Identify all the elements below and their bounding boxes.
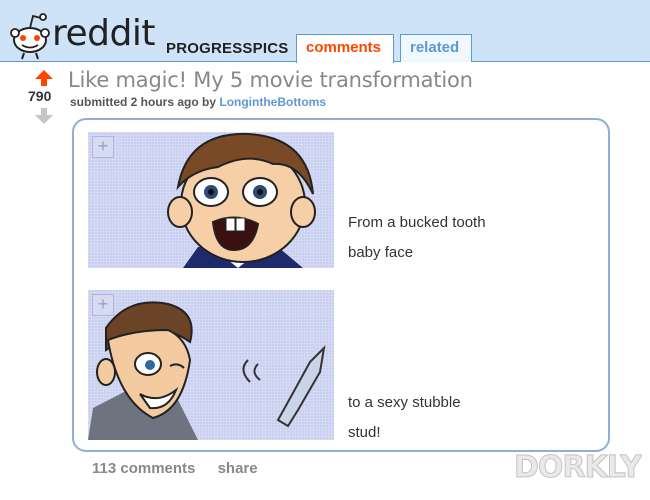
post-score: 790 <box>28 88 52 104</box>
expand-icon[interactable]: + <box>92 136 114 158</box>
caption-before: From a bucked tooth baby face <box>348 208 486 268</box>
caption-after-line-1: to a sexy stubble <box>348 394 461 411</box>
comments-link[interactable]: 113 comments <box>92 460 195 477</box>
bucked-tooth-face-illustration <box>167 132 316 268</box>
caption-before-line-1: From a bucked tooth <box>348 214 486 231</box>
share-link[interactable]: share <box>218 460 258 477</box>
tagline-prefix: submitted 2 hours ago by <box>70 95 220 109</box>
caption-after: to a sexy stubble stud! <box>348 388 461 448</box>
watermark-text: DORKLY <box>514 450 642 485</box>
dorkly-watermark-logo: DORKLY <box>514 450 643 486</box>
reddit-alien-logo-icon[interactable] <box>8 6 52 60</box>
comic-panel-before: + <box>88 132 334 268</box>
tab-comments[interactable]: comments <box>296 34 394 63</box>
reddit-wordmark[interactable]: reddit <box>52 16 155 52</box>
upvote-arrow-icon[interactable] <box>34 68 54 88</box>
caption-before-line-2: baby face <box>348 244 414 261</box>
expand-icon[interactable]: + <box>92 294 114 316</box>
author-link[interactable]: LongintheBottoms <box>219 95 326 109</box>
comic-panel-after: + <box>88 290 334 440</box>
post-tagline: submitted 2 hours ago by LongintheBottom… <box>70 95 326 109</box>
stubble-hero-illustration <box>88 301 326 440</box>
tab-related[interactable]: related <box>400 34 472 62</box>
post-buttons: 113 comments share <box>92 460 276 477</box>
caption-after-line-2: stud! <box>348 424 381 441</box>
header-bar: reddit PROGRESSPICS comments related <box>0 0 650 63</box>
downvote-arrow-icon[interactable] <box>34 106 54 126</box>
post-title[interactable]: Like magic! My 5 movie transformation <box>68 68 473 92</box>
subreddit-name[interactable]: PROGRESSPICS <box>166 40 288 57</box>
post-content-card: + From a bucked tooth baby face + to a s… <box>72 118 610 452</box>
